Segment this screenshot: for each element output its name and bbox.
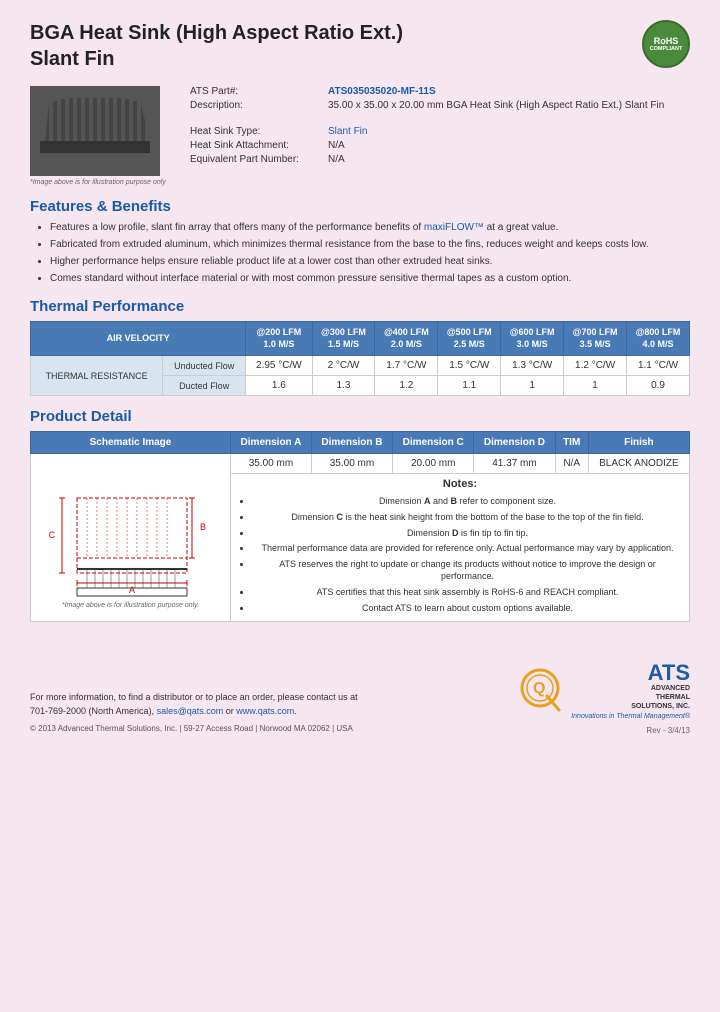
note-6: ATS certifies that this heat sink assemb… (252, 586, 683, 599)
unducted-400: 1.7 °C/W (375, 356, 438, 376)
footer-copyright: © 2013 Advanced Thermal Solutions, Inc. … (30, 723, 358, 735)
footer: For more information, to find a distribu… (30, 652, 690, 735)
website-link[interactable]: www.qats.com (236, 706, 294, 716)
notes-cell: Notes: Dimension A and B refer to compon… (231, 474, 690, 622)
ducted-200: 1.6 (246, 376, 312, 396)
tim-value: N/A (555, 454, 588, 474)
notes-list: Dimension A and B refer to component siz… (252, 495, 683, 614)
unducted-200: 2.95 °C/W (246, 356, 312, 376)
dimensions-row: A B C (31, 454, 690, 474)
unducted-row: THERMAL RESISTANCE Unducted Flow 2.95 °C… (31, 356, 690, 376)
thermal-table: AIR VELOCITY @200 LFM1.0 M/S @300 LFM1.5… (30, 321, 690, 396)
col-600lfm: @600 LFM3.0 M/S (501, 322, 564, 356)
email-link[interactable]: sales@qats.com (157, 706, 224, 716)
note-2: Dimension C is the heat sink height from… (252, 511, 683, 524)
rev-text: Rev - 3/4/13 (515, 726, 690, 735)
dim-d-header: Dimension D (474, 432, 555, 454)
unducted-500: 1.5 °C/W (438, 356, 501, 376)
ducted-300: 1.3 (312, 376, 375, 396)
product-image-block: *Image above is for illustration purpose… (30, 86, 170, 186)
product-detail-title: Product Detail (30, 408, 690, 425)
unducted-800: 1.1 °C/W (627, 356, 690, 376)
unducted-label: Unducted Flow (163, 356, 246, 376)
unducted-300: 2 °C/W (312, 356, 375, 376)
page-header: BGA Heat Sink (High Aspect Ratio Ext.) S… (30, 20, 690, 72)
col-400lfm: @400 LFM2.0 M/S (375, 322, 438, 356)
ducted-600: 1 (501, 376, 564, 396)
ats-logo: Q ATS ADVANCEDTHERMALSOLUTIONS, INC. Inn… (515, 662, 690, 720)
product-detail-table: Schematic Image Dimension A Dimension B … (30, 431, 690, 622)
rohs-badge: RoHS COMPLIANT (642, 20, 690, 68)
note-5: ATS reserves the right to update or chan… (252, 558, 683, 583)
features-title: Features & Benefits (30, 198, 690, 215)
product-image (30, 86, 160, 176)
finish-value: BLACK ANODIZE (588, 454, 689, 474)
svg-text:Q: Q (533, 680, 545, 697)
ducted-700: 1 (564, 376, 627, 396)
col-300lfm: @300 LFM1.5 M/S (312, 322, 375, 356)
dim-a-value: 35.00 mm (231, 454, 312, 474)
svg-text:B: B (200, 522, 206, 532)
tim-header: TIM (555, 432, 588, 454)
product-info: *Image above is for illustration purpose… (30, 86, 690, 186)
col-200lfm: @200 LFM1.0 M/S (246, 322, 312, 356)
finish-header: Finish (588, 432, 689, 454)
schematic-header: Schematic Image (31, 432, 231, 454)
dim-a-header: Dimension A (231, 432, 312, 454)
ducted-800: 0.9 (627, 376, 690, 396)
note-3: Dimension D is fin tip to fin tip. (252, 527, 683, 540)
dim-c-value: 20.00 mm (393, 454, 474, 474)
page: BGA Heat Sink (High Aspect Ratio Ext.) S… (0, 0, 720, 1012)
note-1: Dimension A and B refer to component siz… (252, 495, 683, 508)
note-7: Contact ATS to learn about custom option… (252, 602, 683, 615)
feature-item-1: Features a low profile, slant fin array … (50, 221, 690, 235)
col-500lfm: @500 LFM2.5 M/S (438, 322, 501, 356)
footer-left: For more information, to find a distribu… (30, 691, 358, 735)
description-row: Description: 35.00 x 35.00 x 20.00 mm BG… (190, 100, 690, 111)
note-4: Thermal performance data are provided fo… (252, 542, 683, 555)
schematic-cell: A B C (31, 454, 231, 622)
heatsink-attachment-row: Heat Sink Attachment: N/A (190, 140, 690, 151)
col-700lfm: @700 LFM3.5 M/S (564, 322, 627, 356)
air-velocity-header: AIR VELOCITY (31, 322, 246, 356)
page-title: BGA Heat Sink (High Aspect Ratio Ext.) S… (30, 20, 403, 72)
svg-text:A: A (129, 585, 135, 595)
feature-item-3: Higher performance helps ensure reliable… (50, 255, 690, 269)
image-caption: *Image above is for illustration purpose… (30, 179, 170, 186)
unducted-600: 1.3 °C/W (501, 356, 564, 376)
ducted-500: 1.1 (438, 376, 501, 396)
schematic-image: A B C (37, 458, 217, 598)
product-details: ATS Part#: ATS035035020-MF-11S Descripti… (190, 86, 690, 186)
thermal-title: Thermal Performance (30, 298, 690, 315)
title-block: BGA Heat Sink (High Aspect Ratio Ext.) S… (30, 20, 403, 72)
thermal-resistance-label: THERMAL RESISTANCE (31, 356, 163, 396)
svg-text:C: C (49, 530, 56, 540)
dim-b-value: 35.00 mm (311, 454, 392, 474)
dim-d-value: 41.37 mm (474, 454, 555, 474)
ducted-400: 1.2 (375, 376, 438, 396)
ducted-label: Ducted Flow (163, 376, 246, 396)
dim-c-header: Dimension C (393, 432, 474, 454)
unducted-700: 1.2 °C/W (564, 356, 627, 376)
equivalent-part-row: Equivalent Part Number: N/A (190, 154, 690, 165)
heatsink-type-row: Heat Sink Type: Slant Fin (190, 126, 690, 137)
dim-b-header: Dimension B (311, 432, 392, 454)
contact-text: For more information, to find a distribu… (30, 691, 358, 718)
notes-title: Notes: (237, 478, 683, 490)
part-number-row: ATS Part#: ATS035035020-MF-11S (190, 86, 690, 97)
feature-item-2: Fabricated from extruded aluminum, which… (50, 238, 690, 252)
features-list: Features a low profile, slant fin array … (50, 221, 690, 286)
feature-item-4: Comes standard without interface materia… (50, 272, 690, 286)
col-800lfm: @800 LFM4.0 M/S (627, 322, 690, 356)
